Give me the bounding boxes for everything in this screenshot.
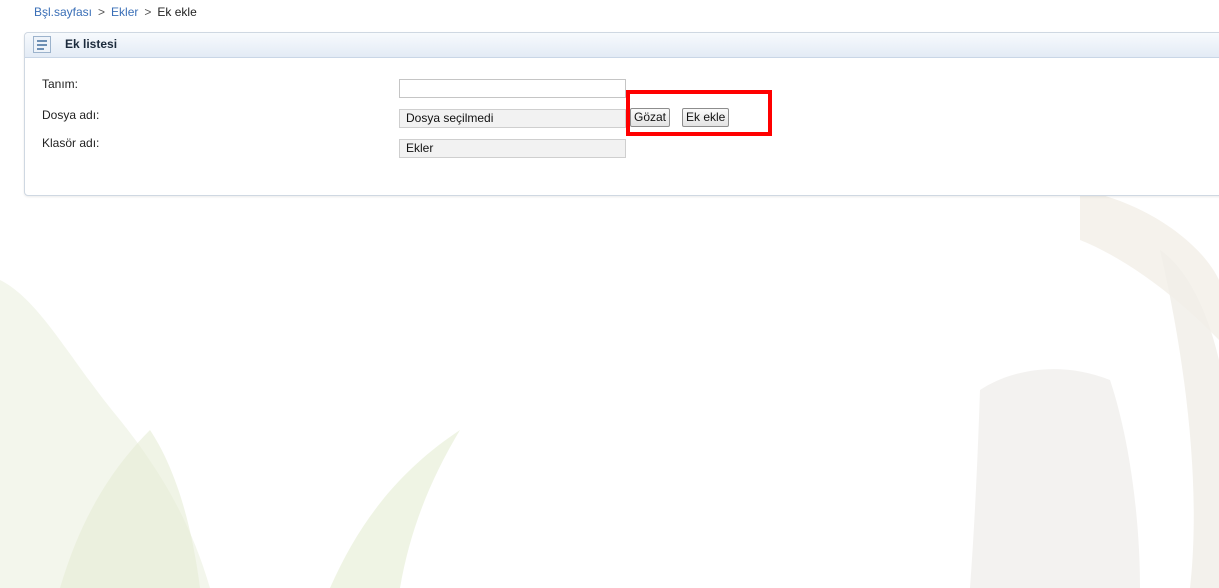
file-name-label: Dosya adı: <box>42 108 100 122</box>
panel-header: Ek listesi <box>25 33 1219 58</box>
breadcrumb-separator: > <box>98 5 106 19</box>
breadcrumb-current: Ek ekle <box>157 5 197 19</box>
description-label: Tanım: <box>42 77 79 91</box>
list-icon <box>33 36 51 53</box>
folder-name-field: Ekler <box>399 139 626 158</box>
file-name-field: Dosya seçilmedi <box>399 109 626 128</box>
browse-button[interactable]: Gözat <box>630 108 671 127</box>
breadcrumb: Bşl.sayfası > Ekler > Ek ekle <box>34 3 197 21</box>
description-input[interactable] <box>399 79 626 98</box>
breadcrumb-home-link[interactable]: Bşl.sayfası <box>34 5 92 19</box>
panel-title: Ek listesi <box>65 37 118 51</box>
add-attachment-button[interactable]: Ek ekle <box>682 108 730 127</box>
folder-name-label: Klasör adı: <box>42 136 100 150</box>
breadcrumb-separator: > <box>144 5 152 19</box>
breadcrumb-section-link[interactable]: Ekler <box>111 5 138 19</box>
